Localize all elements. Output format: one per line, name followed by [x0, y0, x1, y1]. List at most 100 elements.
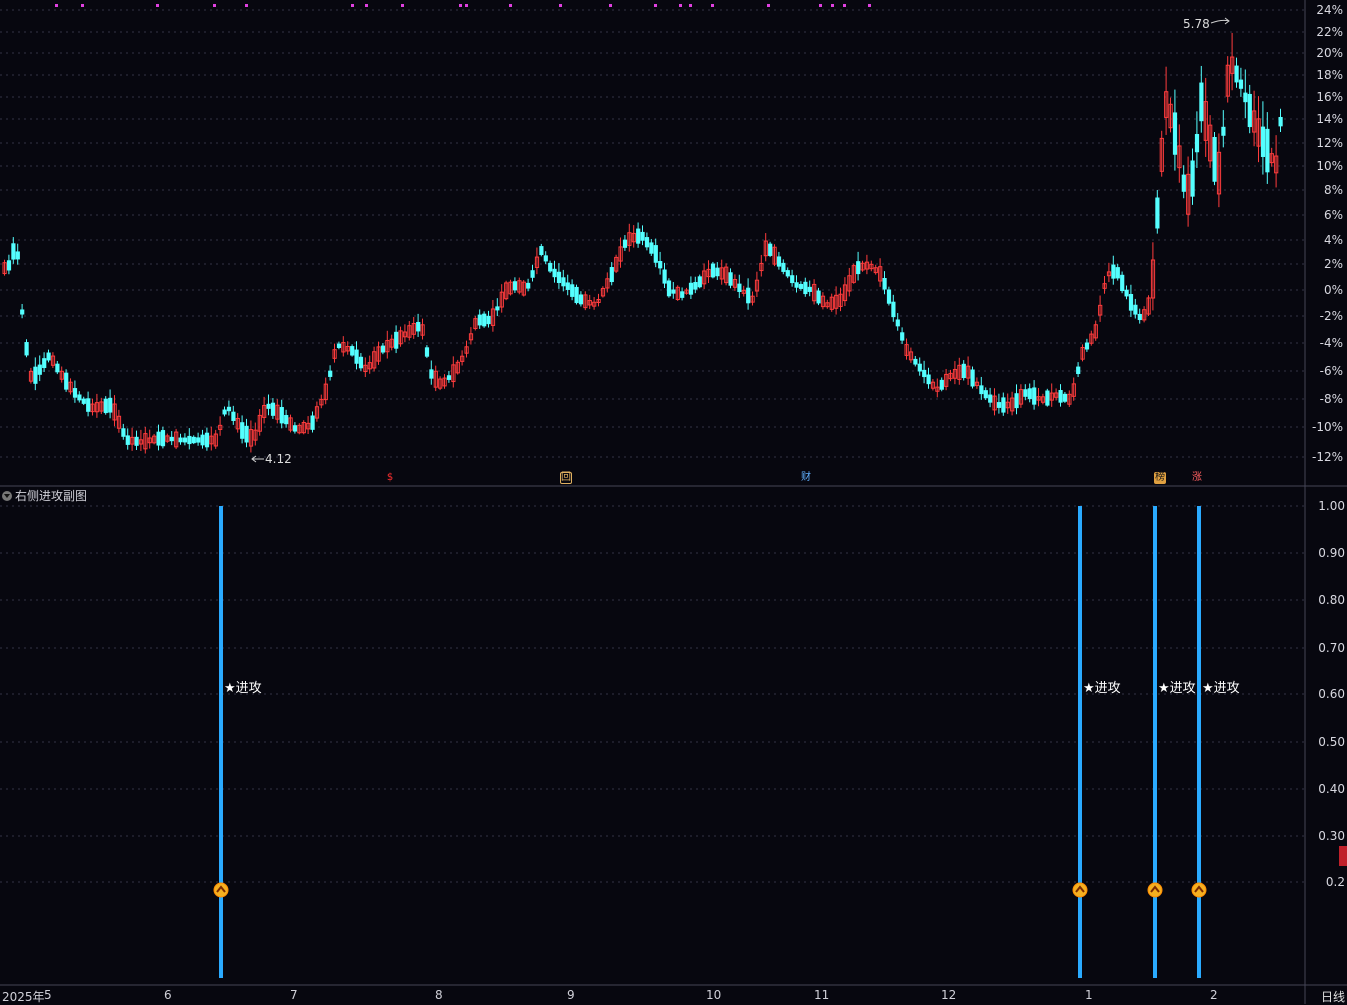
event-marker-dollar[interactable]: $: [384, 472, 396, 484]
candle-body: [37, 364, 42, 375]
sub-y-axis-tick-label: 0.70: [1318, 641, 1345, 655]
candle-body: [697, 276, 702, 288]
candle-body: [543, 255, 548, 262]
candle-body: [1199, 82, 1204, 122]
signal-bar: [219, 506, 223, 978]
top-dot-marker: [156, 4, 159, 7]
high-arrow-icon: [1210, 17, 1230, 25]
y-axis-tick-label: 2%: [1323, 257, 1343, 271]
chevron-down-icon[interactable]: [2, 490, 12, 501]
candle-body: [1115, 267, 1120, 279]
candle-body: [1032, 387, 1037, 405]
event-marker-zhang[interactable]: 涨: [1191, 472, 1203, 484]
candle-body: [1023, 389, 1028, 397]
candle-body: [1027, 388, 1032, 400]
candle-body: [803, 281, 808, 295]
event-marker-hui[interactable]: 回: [560, 472, 572, 484]
event-marker-bang[interactable]: 榜: [1154, 472, 1166, 484]
candle-body: [688, 282, 694, 295]
month-label: 12: [941, 988, 957, 1002]
price-flag-badge: [1339, 846, 1347, 866]
signal-bar: [1078, 506, 1082, 978]
candle-body: [477, 314, 482, 326]
candle-body: [424, 347, 430, 357]
candle-body: [983, 390, 988, 399]
candlestick-series: [2, 32, 1283, 454]
candle-body: [548, 262, 553, 272]
candle-body: [1001, 397, 1006, 413]
candle-body: [121, 428, 126, 437]
top-dot-marker: [81, 4, 84, 7]
y-axis-tick-label: -10%: [1311, 420, 1343, 434]
candle-body: [794, 282, 799, 288]
top-dot-marker: [609, 4, 612, 7]
candle-body: [156, 431, 161, 446]
candle-body: [680, 291, 685, 298]
top-dot-markers: [55, 4, 871, 7]
candle-body: [693, 282, 698, 290]
candle-body: [671, 289, 676, 294]
candle-body: [46, 352, 51, 361]
candle-body: [917, 363, 922, 372]
candle-body: [891, 301, 896, 318]
candle-body: [1137, 313, 1142, 321]
candle-body: [640, 231, 645, 241]
candle-body: [42, 358, 47, 369]
signal-up-icon: [1191, 882, 1207, 898]
sub-y-axis-tick-label: 0.40: [1318, 782, 1345, 796]
month-label: 1: [1085, 988, 1093, 1002]
signal-up-icon: [1147, 882, 1163, 898]
candle-body: [926, 374, 931, 385]
low-price-label: 4.12: [265, 452, 292, 466]
chart-canvas[interactable]: [0, 0, 1347, 1004]
candle-body: [55, 363, 60, 373]
candle-body: [1221, 126, 1226, 136]
candle-body: [103, 398, 108, 414]
y-axis-tick-label: 24%: [1316, 3, 1343, 17]
y-axis-tick-label: -8%: [1319, 392, 1343, 406]
subchart-title[interactable]: 右侧进攻副图: [2, 487, 87, 504]
month-label: 9: [567, 988, 575, 1002]
candle-body: [20, 309, 25, 315]
candle-body: [108, 397, 113, 413]
candle-body: [204, 432, 210, 448]
candle-body: [1076, 366, 1081, 375]
top-dot-marker: [868, 4, 871, 7]
top-dot-marker: [843, 4, 846, 7]
signal-label: ★进攻: [1202, 681, 1240, 696]
candle-body: [266, 403, 271, 409]
y-axis-tick-label: 16%: [1316, 90, 1343, 104]
month-label: 2025年: [2, 990, 45, 1004]
y-axis-tick-label: 22%: [1316, 25, 1343, 39]
candle-body: [482, 313, 487, 327]
y-axis-tick-label: 20%: [1316, 46, 1343, 60]
top-dot-marker: [459, 4, 462, 7]
y-axis-tick-label: 18%: [1316, 68, 1343, 82]
candle-body: [336, 343, 342, 348]
candle-body: [429, 369, 434, 379]
candle-body: [1120, 274, 1125, 292]
candle-body: [310, 415, 315, 430]
candle-body: [1234, 65, 1239, 83]
top-dot-marker: [213, 4, 216, 7]
candle-body: [856, 261, 861, 275]
month-label: 7: [290, 988, 298, 1002]
candle-body: [979, 385, 984, 395]
candle-body: [1190, 160, 1195, 197]
top-dot-marker: [767, 4, 770, 7]
candle-body: [1062, 393, 1068, 402]
candle-body: [1155, 197, 1160, 229]
candle-body: [244, 425, 249, 443]
period-selector[interactable]: 日线: [1321, 988, 1345, 1005]
top-dot-marker: [365, 4, 368, 7]
top-dot-marker: [559, 4, 562, 7]
candle-body: [169, 436, 174, 442]
candle-body: [768, 243, 773, 256]
signal-up-icon: [213, 882, 229, 898]
y-axis-tick-label: -6%: [1319, 364, 1343, 378]
candle-body: [1181, 174, 1186, 192]
month-label: 10: [706, 988, 722, 1002]
y-axis-tick-label: -4%: [1319, 336, 1343, 350]
candle-body: [785, 270, 790, 277]
event-marker-cai[interactable]: 财: [800, 472, 812, 484]
